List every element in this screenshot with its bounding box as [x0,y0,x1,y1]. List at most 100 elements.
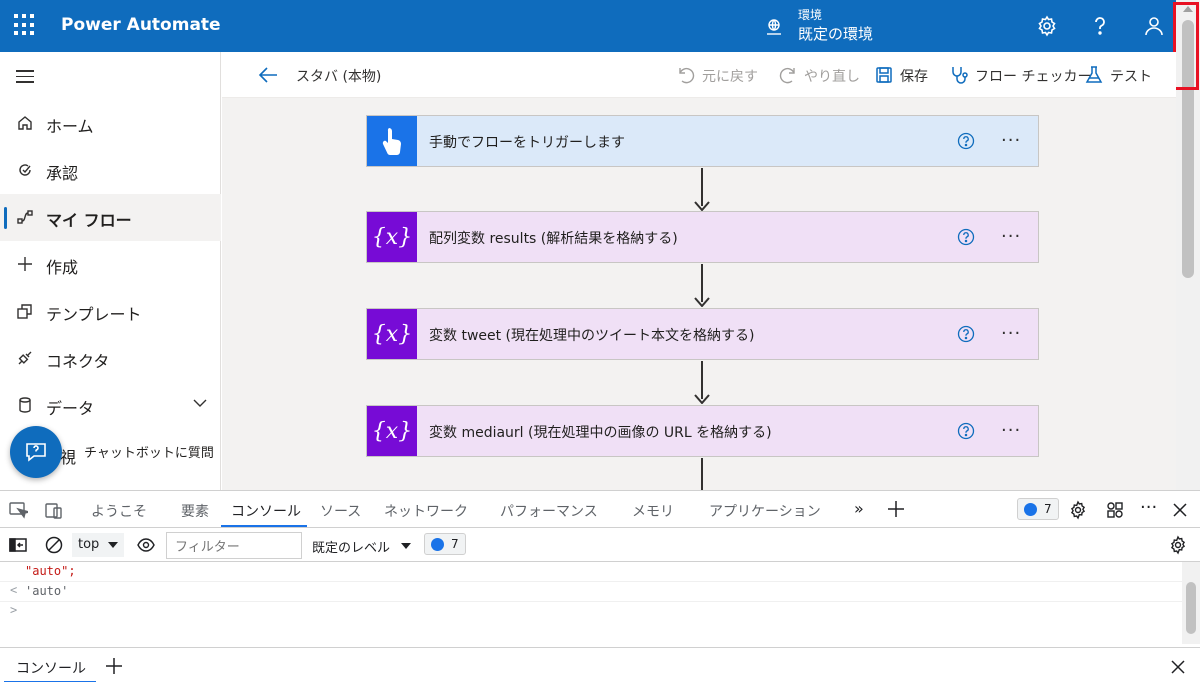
nav-item-home[interactable]: ホーム [0,100,221,147]
command-bar: スタバ (本物) 元に戻す やり直し 保存 フロー チェッカー テスト [222,52,1176,98]
nav-item-connectors[interactable]: コネクタ [0,335,221,382]
devtools-tab-console[interactable]: コンソール [231,501,301,521]
devtools-tab-application[interactable]: アプリケーション [709,501,821,521]
issues-count-badge[interactable]: 7 [424,533,466,555]
flow-step-variable-mediaurl[interactable]: {x} 変数 mediaurl (現在処理中の画像の URL を格納する) ··… [366,405,1039,457]
add-tab-icon[interactable] [886,499,906,519]
console-line: "auto"; [0,562,1182,582]
beaker-icon [1085,66,1103,83]
device-toolbar-icon[interactable] [44,500,64,520]
devtools-tab-network[interactable]: ネットワーク [384,501,468,521]
issues-badge[interactable]: 7 [1017,498,1059,520]
chatbot-icon [26,443,46,462]
environment-name: 既定の環境 [798,25,874,43]
more-options-button[interactable]: ··· [1001,420,1021,441]
more-options-button[interactable]: ··· [1001,130,1021,151]
flow-name: スタバ (本物) [296,69,382,85]
step-title: 手動でフローをトリガーします [429,135,625,151]
add-tab-icon[interactable] [104,656,124,676]
flow-step-variable-tweet[interactable]: {x} 変数 tweet (現在処理中のツイート本文を格納する) ··· [366,308,1039,360]
clear-console-icon[interactable] [44,535,64,555]
touch-icon [367,116,417,166]
close-devtools-icon[interactable] [1170,500,1190,520]
nav-item-partial-label: 視 [60,448,77,467]
app-header: Power Automate 環境 既定の環境 [0,0,1200,52]
nav-label: 作成 [46,258,79,277]
inspect-element-icon[interactable] [8,500,28,520]
approvals-icon [19,164,31,176]
active-tab-indicator [221,525,307,527]
nav-item-templates[interactable]: テンプレート [0,288,221,335]
plus-icon [18,257,32,271]
more-options-button[interactable]: ··· [1001,226,1021,247]
devtools-tab-sources[interactable]: ソース [320,501,361,521]
account-icon[interactable] [1142,14,1166,38]
more-tabs-icon[interactable]: » [854,499,864,518]
console-settings-icon[interactable] [1168,535,1188,555]
highlight-annotation-box [1173,2,1199,90]
console-prompt[interactable]: > [0,602,1182,622]
flow-designer-canvas: 手動でフローをトリガーします ··· {x} 配列変数 results (解析結… [222,98,1176,490]
step-title: 変数 mediaurl (現在処理中の画像の URL を格納する) [429,425,772,441]
my-flows-icon [17,210,33,224]
devtools-tab-welcome[interactable]: ようこそ [91,501,147,521]
chevron-down-icon[interactable] [193,396,207,410]
nav-item-approvals[interactable]: 承認 [0,147,221,194]
connector-icon [18,351,32,365]
hamburger-menu-icon[interactable] [16,70,34,83]
more-menu-icon[interactable]: ··· [1140,497,1157,518]
nav-item-data[interactable]: データ [0,382,221,429]
message-icon [431,538,444,551]
drawer-tab-console[interactable]: コンソール [16,658,86,678]
help-circle-icon[interactable] [957,325,975,343]
settings-gear-icon[interactable] [1035,14,1059,38]
nav-label: マイ フロー [46,211,132,230]
console-output[interactable]: "auto"; < 'auto' > [0,562,1182,644]
devtools-tab-performance[interactable]: パフォーマンス [500,501,598,521]
devtools-tab-memory[interactable]: メモリ [632,501,674,521]
nav-label: データ [46,399,95,418]
connector-line [701,458,703,490]
close-drawer-icon[interactable] [1168,657,1188,677]
flow-step-variable-results[interactable]: {x} 配列変数 results (解析結果を格納する) ··· [366,211,1039,263]
nav-item-create[interactable]: 作成 [0,241,221,288]
arrow-down-icon [694,394,710,404]
chatbot-label[interactable]: チャットボットに質問 [84,442,214,461]
templates-icon [17,304,32,319]
log-level-dropdown[interactable]: 既定のレベル [312,537,390,556]
context-selector[interactable]: top [72,533,124,557]
devtools-drawer: コンソール [0,647,1200,682]
variable-icon: {x} [367,406,417,456]
console-scrollbar[interactable] [1182,562,1200,644]
stethoscope-icon [952,67,968,84]
customize-icon[interactable] [1105,500,1125,520]
console-line: < 'auto' [0,582,1182,602]
flow-step-manual-trigger[interactable]: 手動でフローをトリガーします ··· [366,115,1039,167]
app-launcher-icon[interactable] [14,14,36,36]
home-icon [18,116,32,130]
sidebar-toggle-icon[interactable] [8,535,28,555]
help-circle-icon[interactable] [957,132,975,150]
help-icon[interactable] [1088,14,1112,38]
devtools-settings-icon[interactable] [1068,500,1088,520]
eye-icon[interactable] [136,535,156,555]
redo-icon [779,67,795,84]
chatbot-button[interactable] [10,426,62,478]
database-icon [19,397,31,413]
environment-label: 環境 [798,8,823,22]
nav-label: 承認 [46,164,79,183]
app-title[interactable]: Power Automate [61,15,221,35]
variable-icon: {x} [367,309,417,359]
step-title: 配列変数 results (解析結果を格納する) [429,231,678,247]
step-title: 変数 tweet (現在処理中のツイート本文を格納する) [429,328,755,344]
nav-item-my-flows[interactable]: マイ フロー [0,194,221,241]
more-options-button[interactable]: ··· [1001,323,1021,344]
help-circle-icon[interactable] [957,422,975,440]
console-filter-input[interactable] [166,532,302,559]
help-circle-icon[interactable] [957,228,975,246]
back-arrow-icon[interactable] [258,66,278,84]
devtools-tab-bar: ようこそ 要素 コンソール ソース ネットワーク パフォーマンス メモリ アプリ… [0,491,1200,528]
scrollbar-thumb[interactable] [1186,582,1196,634]
console-toolbar: top 既定のレベル 7 [0,528,1200,562]
devtools-tab-elements[interactable]: 要素 [181,501,209,521]
